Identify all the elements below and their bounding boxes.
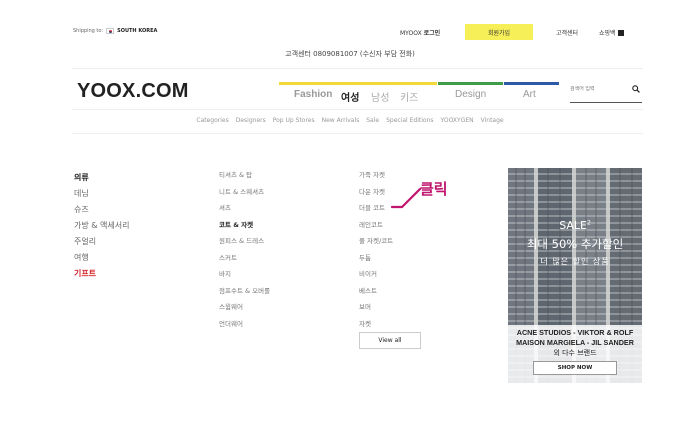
subcategory-item[interactable]: 티셔츠 & 탑	[219, 167, 270, 184]
login-label: 로그인	[423, 30, 441, 37]
click-callout: 클릭	[420, 180, 448, 198]
subcategory-coats-jackets[interactable]: 코트 & 자켓	[219, 217, 270, 234]
view-all-button[interactable]: View all	[359, 332, 421, 349]
subnav-categories[interactable]: Categories	[196, 117, 228, 124]
subcategory-list: 티셔츠 & 탑 니트 & 스웨셔츠 셔츠 코트 & 자켓 원피스 & 드레스 스…	[219, 167, 270, 332]
join-button[interactable]: 회원가입	[465, 24, 533, 40]
shipping-country: SOUTH KOREA	[117, 28, 158, 34]
banner-tagline: 더 많은 할인 상품	[540, 257, 610, 266]
coat-type-item[interactable]: 가죽 자켓	[359, 167, 393, 184]
coat-type-item[interactable]: 두툼	[359, 250, 393, 267]
nav-art[interactable]: Art	[523, 89, 536, 100]
banner-brands-line3: 외 다수 브랜드	[553, 349, 597, 357]
shopping-bag-icon	[617, 30, 624, 36]
subnav-designers[interactable]: Designers	[236, 117, 266, 124]
coat-type-item[interactable]: 풀 자켓/코트	[359, 233, 393, 250]
hotline-text: 고객센터 0809081007 (수신자 부담 전화)	[285, 50, 415, 58]
design-bar	[438, 82, 503, 85]
coat-type-item[interactable]: 보머	[359, 299, 393, 316]
nav-women[interactable]: 여성	[341, 89, 359, 104]
sub-nav: Categories Designers Pop Up Stores New A…	[0, 117, 700, 124]
banner-sale-title: SALE2	[508, 219, 642, 232]
subcategory-item[interactable]: 바지	[219, 266, 270, 283]
category-gift[interactable]: 기프트	[74, 266, 129, 282]
category-shoes[interactable]: 슈즈	[74, 202, 129, 218]
category-denim[interactable]: 데님	[74, 186, 129, 202]
subcategory-item[interactable]: 니트 & 스웨셔츠	[219, 184, 270, 201]
myyoox-login-link[interactable]: MYOOX 로그인	[400, 28, 440, 37]
coat-type-double-coat-highlighted[interactable]: 더블 코트	[359, 204, 385, 212]
subcategory-item[interactable]: 스윔웨어	[219, 299, 270, 316]
subcategory-item[interactable]: 원피스 & 드레스	[219, 233, 270, 250]
banner-brands-line2: MAISON MARGIELA - JIL SANDER	[516, 338, 634, 347]
category-clothing[interactable]: 의류	[74, 170, 129, 186]
search-icon[interactable]	[632, 85, 640, 93]
coat-type-item[interactable]: 자켓	[359, 316, 393, 333]
myyoox-prefix: MYOOX	[400, 30, 422, 37]
search-box	[570, 81, 642, 103]
shopping-bag-link[interactable]: 쇼핑백	[599, 28, 624, 37]
korea-flag-icon	[106, 28, 115, 34]
subnav-special-editions[interactable]: Special Editions	[386, 117, 433, 124]
divider	[72, 109, 643, 110]
banner-discount: 최대 50% 추가할인	[526, 237, 624, 251]
coat-type-item[interactable]: 레인코트	[359, 217, 393, 234]
customer-center-link[interactable]: 고객센터	[556, 28, 578, 37]
coat-type-item[interactable]: 비이커	[359, 266, 393, 283]
shopping-bag-label: 쇼핑백	[599, 30, 616, 37]
sale-superscript: 2	[586, 219, 591, 227]
shipping-to[interactable]: Shipping to: SOUTH KOREA	[73, 28, 157, 34]
subnav-sale[interactable]: Sale	[366, 117, 379, 124]
search-input[interactable]	[570, 86, 625, 92]
subcategory-item[interactable]: 스커트	[219, 250, 270, 267]
subcategory-item[interactable]: 점프수트 & 오버롤	[219, 283, 270, 300]
category-bags-accessories[interactable]: 가방 & 액세서리	[74, 218, 129, 234]
subnav-vintage[interactable]: Vintage	[481, 117, 504, 124]
shop-now-button[interactable]: SHOP NOW	[533, 361, 617, 375]
coat-type-item[interactable]: 베스트	[359, 283, 393, 300]
shipping-label: Shipping to:	[73, 28, 104, 34]
divider	[72, 133, 643, 134]
nav-design[interactable]: Design	[455, 89, 486, 100]
sale-word: SALE	[559, 219, 587, 232]
subnav-pop-up-stores[interactable]: Pop Up Stores	[273, 117, 315, 124]
subcategory-item[interactable]: 셔츠	[219, 200, 270, 217]
banner-brands-line1: ACNE STUDIOS - VIKTOR & ROLF	[516, 328, 634, 337]
divider	[72, 68, 643, 69]
nav-men[interactable]: 남성	[371, 89, 389, 104]
coat-type-list: 가죽 자켓 다운 자켓 더블 코트 레인코트 풀 자켓/코트 두툼 비이커 베스…	[359, 167, 393, 332]
sale-banner[interactable]: SALE2 최대 50% 추가할인 더 많은 할인 상품 ACNE STUDIO…	[508, 168, 642, 383]
subnav-yooxygen[interactable]: YOOXYGEN	[441, 117, 474, 124]
nav-kids[interactable]: 키즈	[400, 89, 418, 104]
nav-fashion[interactable]: Fashion	[294, 89, 332, 100]
subnav-new-arrivals[interactable]: New Arrivals	[322, 117, 360, 124]
coat-type-item[interactable]: 다운 자켓	[359, 184, 393, 201]
category-travel[interactable]: 여행	[74, 250, 129, 266]
subcategory-item[interactable]: 언더웨어	[219, 316, 270, 333]
art-bar	[504, 82, 559, 85]
category-list: 의류 데님 슈즈 가방 & 액세서리 주얼리 여행 기프트	[74, 170, 129, 282]
fashion-bar	[279, 82, 437, 85]
banner-brand-box: ACNE STUDIOS - VIKTOR & ROLF MAISON MARG…	[508, 325, 642, 383]
yoox-logo[interactable]: YOOX.COM	[77, 80, 189, 103]
category-jewelry[interactable]: 주얼리	[74, 234, 129, 250]
